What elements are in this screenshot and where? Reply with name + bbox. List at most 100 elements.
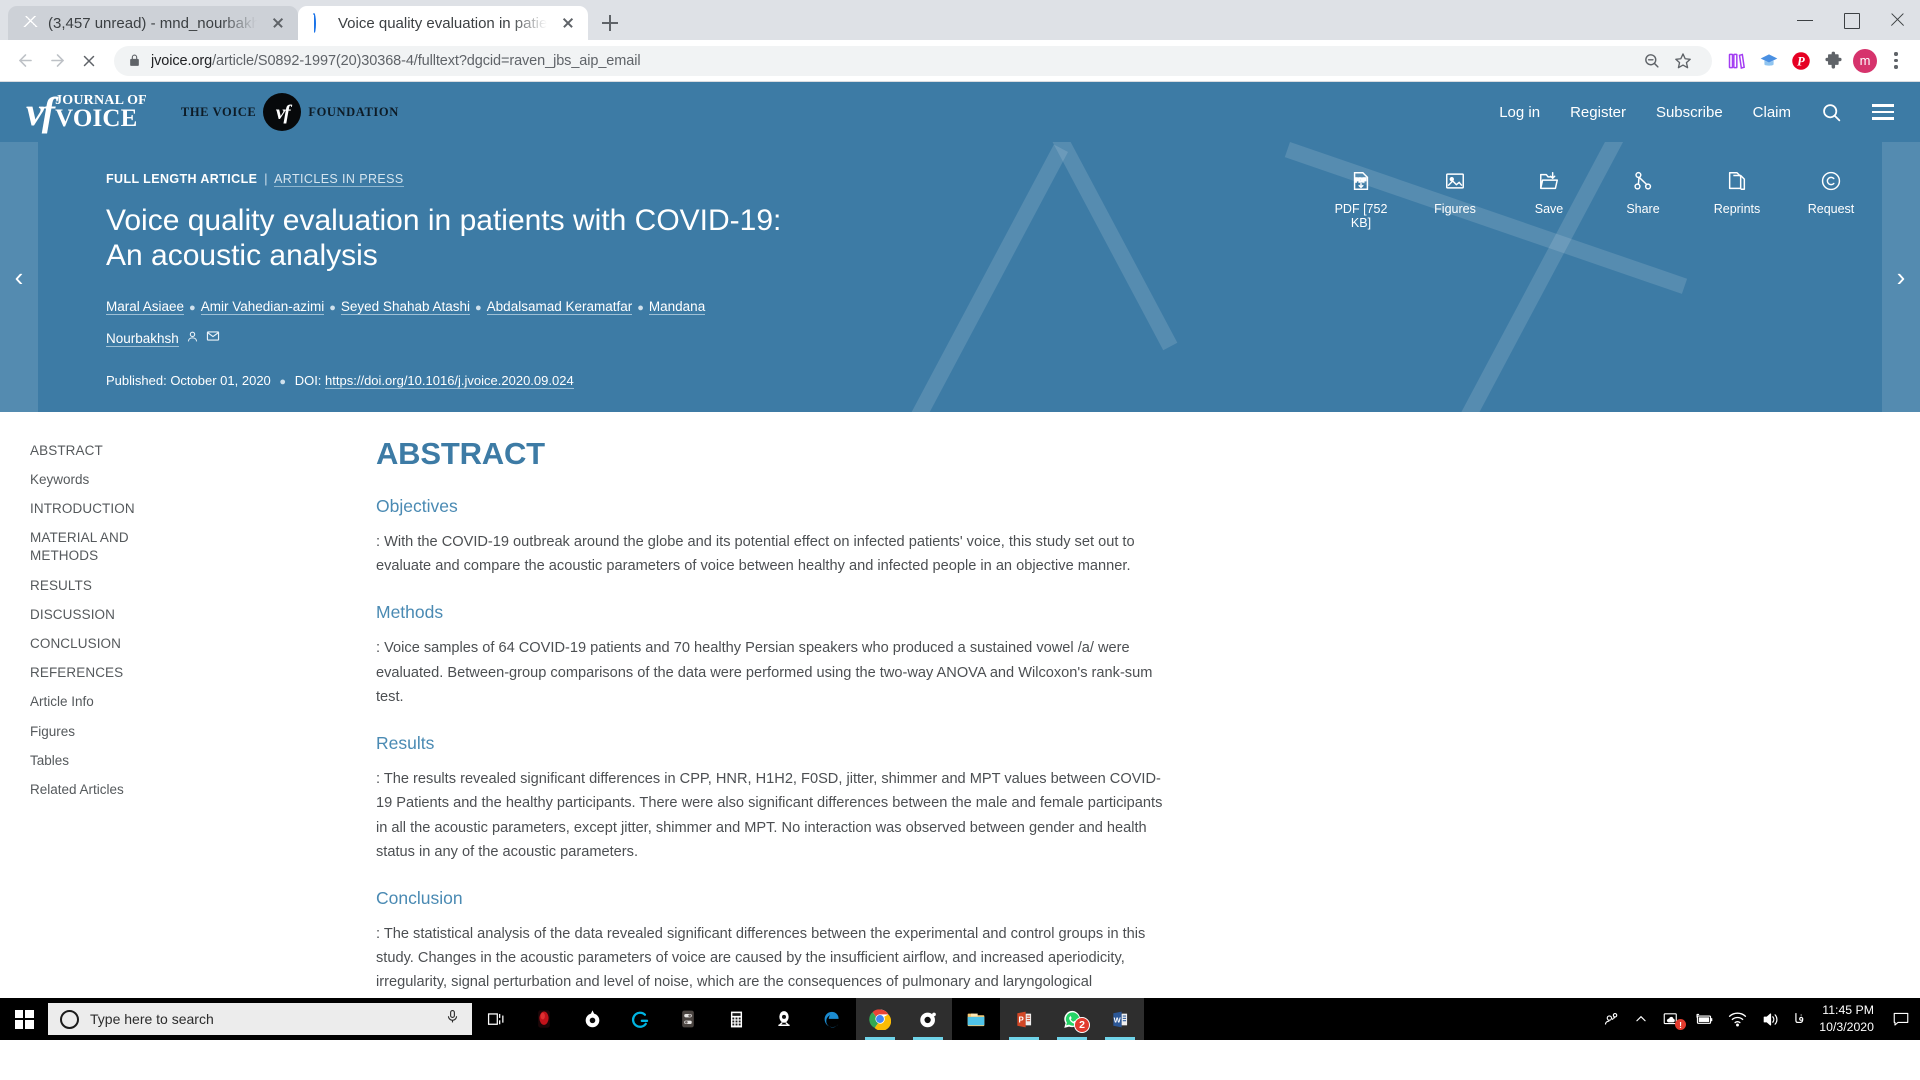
figures-button[interactable]: Figures bbox=[1418, 170, 1492, 230]
wifi-icon[interactable] bbox=[1721, 998, 1754, 1040]
sidebar-item-abstract[interactable]: ABSTRACT bbox=[30, 436, 160, 465]
red-app-icon[interactable] bbox=[520, 998, 568, 1040]
svg-text:P: P bbox=[1019, 1015, 1024, 1024]
sidebar-item-related-articles[interactable]: Related Articles bbox=[30, 776, 160, 805]
close-icon[interactable] bbox=[268, 13, 288, 33]
taskbar-search-box[interactable]: Type here to search bbox=[48, 1003, 472, 1035]
steelseries-icon[interactable] bbox=[568, 998, 616, 1040]
camera-icon[interactable] bbox=[904, 998, 952, 1040]
windows-logo-icon bbox=[14, 1009, 34, 1029]
people-share-icon[interactable] bbox=[1596, 998, 1627, 1040]
sidebar-item-article-info[interactable]: Article Info bbox=[30, 688, 160, 717]
next-article-button[interactable]: › bbox=[1882, 142, 1920, 412]
task-view-icon[interactable] bbox=[472, 998, 520, 1040]
sidebar-item-keywords[interactable]: Keywords bbox=[30, 465, 160, 494]
cortana-circle-icon[interactable] bbox=[60, 1009, 79, 1029]
breadcrumb-separator: | bbox=[264, 172, 268, 186]
settings-panel-icon[interactable] bbox=[664, 998, 712, 1040]
save-button[interactable]: Save bbox=[1512, 170, 1586, 230]
doi-label: DOI: bbox=[294, 373, 322, 389]
zoom-out-icon[interactable] bbox=[1636, 46, 1666, 76]
bookmark-star-icon[interactable] bbox=[1668, 46, 1698, 76]
section-heading-results: Results bbox=[376, 733, 435, 754]
browser-tab-mail[interactable]: (3,457 unread) - mnd_nourbakhsh... bbox=[8, 6, 298, 40]
foundation-left-text: THE VOICE bbox=[180, 104, 257, 119]
breadcrumb-type: FULL LENGTH ARTICLE bbox=[106, 172, 258, 186]
nav-subscribe[interactable]: Subscribe bbox=[1656, 104, 1723, 121]
sidebar-item-results[interactable]: RESULTS bbox=[30, 571, 160, 600]
author-profile-icon[interactable] bbox=[186, 323, 199, 355]
window-close-button[interactable] bbox=[1874, 0, 1920, 40]
sidebar-item-references[interactable]: REFERENCES bbox=[30, 659, 160, 688]
file-explorer-icon[interactable] bbox=[952, 998, 1000, 1040]
hamburger-menu-icon[interactable] bbox=[1872, 104, 1894, 120]
sidebar-item-discussion[interactable]: DISCUSSION bbox=[30, 600, 160, 629]
pinterest-icon[interactable]: P bbox=[1786, 46, 1816, 76]
nav-claim[interactable]: Claim bbox=[1753, 104, 1791, 121]
doi-link[interactable]: https://doi.org/10.1016/j.jvoice.2020.09… bbox=[325, 373, 574, 390]
sidebar-item-tables[interactable]: Tables bbox=[30, 746, 160, 775]
logitech-g-icon[interactable] bbox=[616, 998, 664, 1040]
nav-register[interactable]: Register bbox=[1570, 104, 1626, 121]
browser-tab-article[interactable]: Voice quality evaluation in patien bbox=[298, 6, 588, 40]
edge-browser-icon[interactable] bbox=[808, 998, 856, 1040]
author-email-icon[interactable] bbox=[206, 323, 220, 355]
journal-of-voice-logo[interactable]: vf JOURNAL OF VOICE bbox=[26, 92, 147, 132]
notifications-icon[interactable] bbox=[1886, 998, 1916, 1040]
powerpoint-icon[interactable]: P bbox=[1000, 998, 1048, 1040]
new-tab-button[interactable] bbox=[594, 7, 626, 39]
sidebar-item-introduction[interactable]: INTRODUCTION bbox=[30, 494, 160, 523]
avatar[interactable]: m bbox=[1850, 46, 1880, 76]
clock-time: 11:45 PM bbox=[1822, 1002, 1874, 1017]
sidebar-item-material-and-methods[interactable]: MATERIAL AND METHODS bbox=[30, 524, 160, 571]
windows-taskbar: Type here to search P 2 W ! فا 11:45 PM … bbox=[0, 998, 1920, 1040]
share-button[interactable]: Share bbox=[1606, 170, 1680, 230]
back-icon[interactable] bbox=[10, 46, 40, 76]
author-link[interactable]: Maral Asiaee bbox=[106, 298, 185, 315]
webcam-icon[interactable] bbox=[760, 998, 808, 1040]
close-icon[interactable] bbox=[558, 13, 578, 33]
action-label: Reprints bbox=[1713, 202, 1761, 216]
onedrive-alert-icon[interactable]: ! bbox=[1655, 998, 1687, 1040]
language-indicator[interactable]: فا bbox=[1787, 998, 1811, 1040]
word-icon[interactable]: W bbox=[1096, 998, 1144, 1040]
show-hidden-icons-chevron[interactable] bbox=[1627, 998, 1655, 1040]
sidebar-item-conclusion[interactable]: CONCLUSION bbox=[30, 630, 160, 659]
breadcrumb-section[interactable]: ARTICLES IN PRESS bbox=[274, 172, 404, 187]
graduation-cap-icon[interactable] bbox=[1754, 46, 1784, 76]
previous-article-button[interactable]: ‹ bbox=[0, 142, 38, 412]
chrome-browser-icon[interactable] bbox=[856, 998, 904, 1040]
author-link[interactable]: Abdalsamad Keramatfar bbox=[486, 298, 633, 315]
whatsapp-icon[interactable]: 2 bbox=[1048, 998, 1096, 1040]
search-icon[interactable] bbox=[1821, 102, 1842, 123]
browser-menu-icon[interactable] bbox=[1882, 46, 1910, 76]
page-body: ABSTRACT Keywords INTRODUCTION MATERIAL … bbox=[0, 412, 1920, 1040]
calculator-icon[interactable] bbox=[712, 998, 760, 1040]
clock-date: 10/3/2020 bbox=[1819, 1020, 1874, 1034]
author-link[interactable]: Seyed Shahab Atashi bbox=[340, 298, 471, 315]
reprints-button[interactable]: Reprints bbox=[1700, 170, 1774, 230]
taskbar-clock[interactable]: 11:45 PM 10/3/2020 bbox=[1811, 998, 1886, 1040]
foundation-right-text: FOUNDATION bbox=[308, 104, 399, 119]
start-button[interactable] bbox=[0, 998, 48, 1040]
request-permissions-button[interactable]: Request bbox=[1794, 170, 1868, 230]
article-actions-toolbar: PDF PDF [752 KB] Figures Save Share Repr… bbox=[1324, 170, 1868, 230]
stop-loading-icon[interactable] bbox=[74, 46, 104, 76]
page-title: Voice quality evaluation in patients wit… bbox=[106, 204, 782, 273]
battery-charging-icon[interactable] bbox=[1687, 998, 1721, 1040]
extensions-puzzle-icon[interactable] bbox=[1818, 46, 1848, 76]
sidebar-item-figures[interactable]: Figures bbox=[30, 717, 160, 746]
voice-foundation-logo[interactable]: THE VOICE vf FOUNDATION bbox=[181, 93, 399, 131]
pdf-download-button[interactable]: PDF PDF [752 KB] bbox=[1324, 170, 1398, 230]
forward-icon[interactable] bbox=[42, 46, 72, 76]
maximize-button[interactable] bbox=[1828, 0, 1874, 40]
address-bar[interactable]: jvoice.org/article/S0892-1997(20)30368-4… bbox=[114, 45, 1712, 76]
nav-login[interactable]: Log in bbox=[1499, 104, 1540, 121]
article-hero-banner: ‹ › PDF PDF [752 KB] Figures Save Share … bbox=[0, 142, 1920, 412]
author-link[interactable]: Amir Vahedian-azimi bbox=[200, 298, 325, 315]
volume-icon[interactable] bbox=[1754, 998, 1787, 1040]
bookshelf-icon[interactable] bbox=[1722, 46, 1752, 76]
microphone-icon[interactable] bbox=[445, 1009, 460, 1029]
minimize-button[interactable] bbox=[1782, 0, 1828, 40]
browser-toolbar: jvoice.org/article/S0892-1997(20)30368-4… bbox=[0, 40, 1920, 82]
